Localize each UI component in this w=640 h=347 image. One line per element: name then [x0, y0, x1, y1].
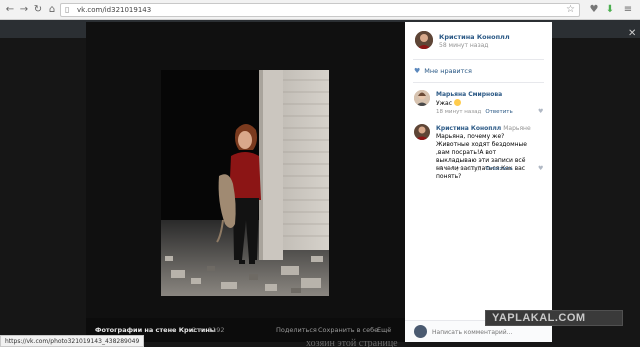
watermark-text: YAPLAKAL.COM: [492, 312, 586, 324]
comment-time[interactable]: 18 минут назад: [436, 109, 481, 115]
like-label: Мне нравится: [424, 67, 472, 75]
share-link[interactable]: Поделиться: [276, 326, 317, 334]
comment-input[interactable]: [432, 326, 542, 338]
comment-meta: 18 минут назад Ответить: [436, 166, 513, 172]
heart-extension-icon[interactable]: ♥: [588, 4, 600, 16]
reply-link[interactable]: Ответить: [485, 109, 512, 115]
home-icon[interactable]: ⌂: [46, 4, 58, 16]
comment-like-icon[interactable]: ♥: [538, 108, 543, 115]
comment-text-body: Ужас: [436, 100, 453, 107]
address-url: vk.com/id321019143: [77, 6, 152, 14]
comment-author[interactable]: Кристина Коноплл: [436, 125, 501, 132]
watermark-logo: YAPLAKAL.COM: [485, 310, 623, 326]
background-page-text: хозяин этой странице: [306, 338, 398, 347]
comment-time[interactable]: 18 минут назад: [436, 166, 481, 172]
photo-viewer: Фотографии на стене Кристины 2 из 1192 П…: [86, 22, 552, 342]
author-avatar-image: [415, 31, 433, 49]
more-link[interactable]: Ещё: [377, 326, 391, 334]
save-link[interactable]: Сохранить в себе: [318, 326, 378, 334]
comment-meta: 18 минут назад Ответить: [436, 109, 513, 115]
comment-like-icon[interactable]: ♥: [538, 165, 543, 172]
comment-mention[interactable]: Марьяне: [503, 125, 530, 132]
side-panel: Кристина Коноплл 58 минут назад ♥ Мне нра…: [405, 22, 552, 342]
download-extension-icon[interactable]: ⬇: [604, 4, 616, 16]
commenter-avatar-image: [414, 124, 430, 140]
bookmark-star-icon[interactable]: ☆: [566, 4, 575, 15]
photo[interactable]: [161, 70, 329, 296]
address-bar[interactable]: ▯ vk.com/id321019143 ☆: [60, 3, 580, 17]
commenter-avatar-image: [414, 90, 430, 106]
post-time[interactable]: 58 минут назад: [439, 42, 488, 49]
page-icon: ▯: [65, 5, 70, 14]
forward-arrow-icon[interactable]: →: [18, 4, 30, 16]
sad-emoji-icon: [453, 99, 461, 106]
divider: [413, 59, 544, 60]
photo-image: [161, 70, 329, 296]
comment-avatar[interactable]: [414, 90, 430, 106]
comment-text: Ужас: [436, 99, 536, 108]
browser-toolbar: ← → ↻ ⌂ ▯ vk.com/id321019143 ☆ ♥ ⬇ ≡: [0, 0, 640, 20]
status-bar-url: https://vk.com/photo321019143_438289049: [0, 335, 145, 347]
photo-counter: 2 из 1192: [192, 326, 225, 334]
reply-link[interactable]: Ответить: [485, 166, 512, 172]
photo-area[interactable]: [86, 22, 405, 318]
author-avatar[interactable]: [415, 31, 433, 49]
divider: [413, 82, 544, 83]
back-arrow-icon[interactable]: ←: [4, 4, 16, 16]
menu-icon[interactable]: ≡: [622, 4, 634, 16]
comment-author[interactable]: Марьяна Смирнова: [436, 91, 502, 98]
heart-icon: ♥: [414, 67, 421, 75]
author-name[interactable]: Кристина Коноплл: [439, 33, 510, 41]
reload-icon[interactable]: ↻: [32, 4, 44, 16]
like-button[interactable]: ♥ Мне нравится: [414, 67, 472, 75]
comment-author-line: Кристина Коноплл Марьяне: [436, 125, 546, 132]
comment-text: Марьяна, почему же?Животные ходят бездом…: [436, 133, 527, 180]
my-avatar: [414, 325, 427, 338]
close-icon[interactable]: ✕: [628, 28, 636, 39]
comment-avatar[interactable]: [414, 124, 430, 140]
